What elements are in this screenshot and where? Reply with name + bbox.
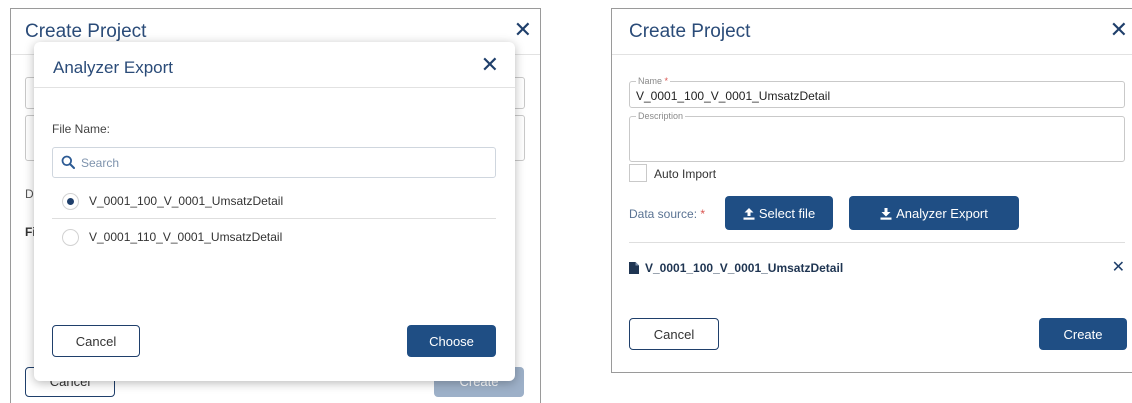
create-button[interactable]: Create	[1039, 318, 1127, 350]
description-field[interactable]: Description	[629, 111, 1125, 162]
data-source-label: Data source: *	[629, 207, 706, 221]
dialog-title: Create Project	[629, 21, 751, 42]
selected-file-name: V_0001_100_V_0001_UmsatzDetail	[645, 261, 844, 275]
search-input[interactable]	[81, 153, 481, 173]
cancel-button[interactable]: Cancel	[629, 318, 719, 350]
section-divider	[629, 242, 1125, 243]
create-project-dialog: Create Project ✕ Name * Description Auto…	[611, 8, 1132, 373]
file-option-label: V_0001_110_V_0001_UmsatzDetail	[89, 230, 283, 244]
description-input[interactable]	[636, 125, 1116, 157]
file-name-label: File Name:	[52, 122, 111, 136]
name-field-label: Name *	[636, 76, 671, 86]
dialog-title: Create Project	[25, 21, 147, 42]
analyzer-export-modal: Analyzer Export ✕ File Name: V_0001_100_…	[34, 42, 515, 381]
file-option-1[interactable]: V_0001_100_V_0001_UmsatzDetail	[52, 183, 496, 221]
header-divider	[34, 87, 515, 88]
header-divider	[612, 54, 1132, 55]
select-file-label: Select file	[758, 205, 816, 221]
select-file-button[interactable]: Select file	[725, 196, 833, 230]
modal-title: Analyzer Export	[53, 58, 173, 77]
file-option-2[interactable]: V_0001_110_V_0001_UmsatzDetail	[52, 219, 496, 257]
auto-import-checkbox[interactable]	[629, 164, 647, 182]
close-icon[interactable]: ✕	[481, 52, 499, 78]
cancel-button[interactable]: Cancel	[52, 325, 140, 357]
search-box[interactable]	[52, 147, 496, 178]
name-field[interactable]: Name *	[629, 76, 1125, 108]
close-icon[interactable]: ✕	[514, 17, 532, 43]
radio-selected[interactable]	[62, 193, 79, 210]
upload-icon	[743, 207, 755, 220]
choose-button[interactable]: Choose	[407, 325, 496, 357]
auto-import-label: Auto Import	[654, 167, 717, 181]
remove-file-icon[interactable]: ✕	[1112, 257, 1125, 277]
selected-file-row: V_0001_100_V_0001_UmsatzDetail ✕	[629, 257, 1125, 278]
analyzer-export-label: Analyzer Export	[896, 205, 988, 221]
file-icon	[629, 262, 639, 274]
download-icon	[880, 207, 892, 220]
search-icon	[61, 155, 75, 169]
file-option-label: V_0001_100_V_0001_UmsatzDetail	[89, 194, 284, 208]
name-input[interactable]	[636, 88, 1116, 104]
data-source-label: D	[25, 187, 34, 201]
radio-unselected[interactable]	[62, 229, 79, 246]
description-field-label: Description	[636, 111, 686, 121]
analyzer-export-button[interactable]: Analyzer Export	[849, 196, 1019, 230]
close-icon[interactable]: ✕	[1110, 17, 1128, 43]
